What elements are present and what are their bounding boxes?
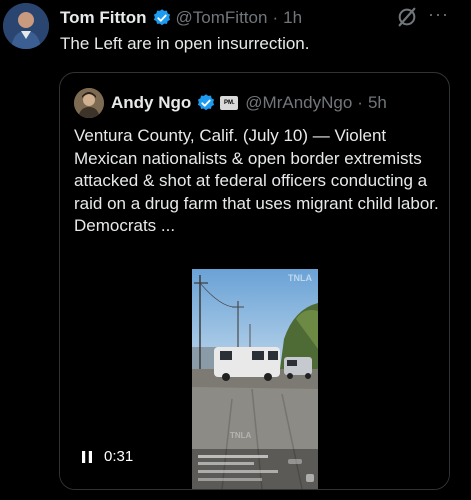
video-watermark: TNLA [288,273,312,283]
video-watermark: TNLA [230,431,252,440]
author-handle[interactable]: @TomFitton [176,8,268,28]
quoted-post-header: Andy Ngo PM. @MrAndyNgo · 5h [74,87,441,119]
video-frame[interactable]: TNLA TNLA [192,269,318,489]
more-options-icon[interactable]: ··· [428,5,448,26]
quoted-author-name[interactable]: Andy Ngo [111,93,191,113]
verified-badge-icon [198,94,215,111]
post-text: The Left are in open insurrection. [60,34,310,53]
video-duration: 0:31 [104,448,134,465]
affiliate-badge[interactable]: PM. [220,96,239,110]
grok-icon[interactable] [396,6,418,28]
video-thumbnail [192,269,318,489]
avatar[interactable] [3,3,49,49]
separator: · [357,93,363,112]
quoted-post-text: Ventura County, Calif. (July 10) — Viole… [74,126,439,235]
video-player[interactable]: TNLA TNLA 0:31 [60,267,449,489]
quoted-author-handle[interactable]: @MrAndyNgo [245,93,352,113]
separator: · [272,8,279,27]
quoted-post-time[interactable]: 5h [368,93,387,113]
author-name[interactable]: Tom Fitton [60,8,147,28]
verified-badge-icon [153,9,170,26]
quoted-post[interactable]: Andy Ngo PM. @MrAndyNgo · 5h Ventura Cou… [59,72,450,490]
post-time[interactable]: 1h [283,8,302,28]
quoted-avatar[interactable] [74,88,104,118]
pause-icon[interactable] [80,450,94,464]
